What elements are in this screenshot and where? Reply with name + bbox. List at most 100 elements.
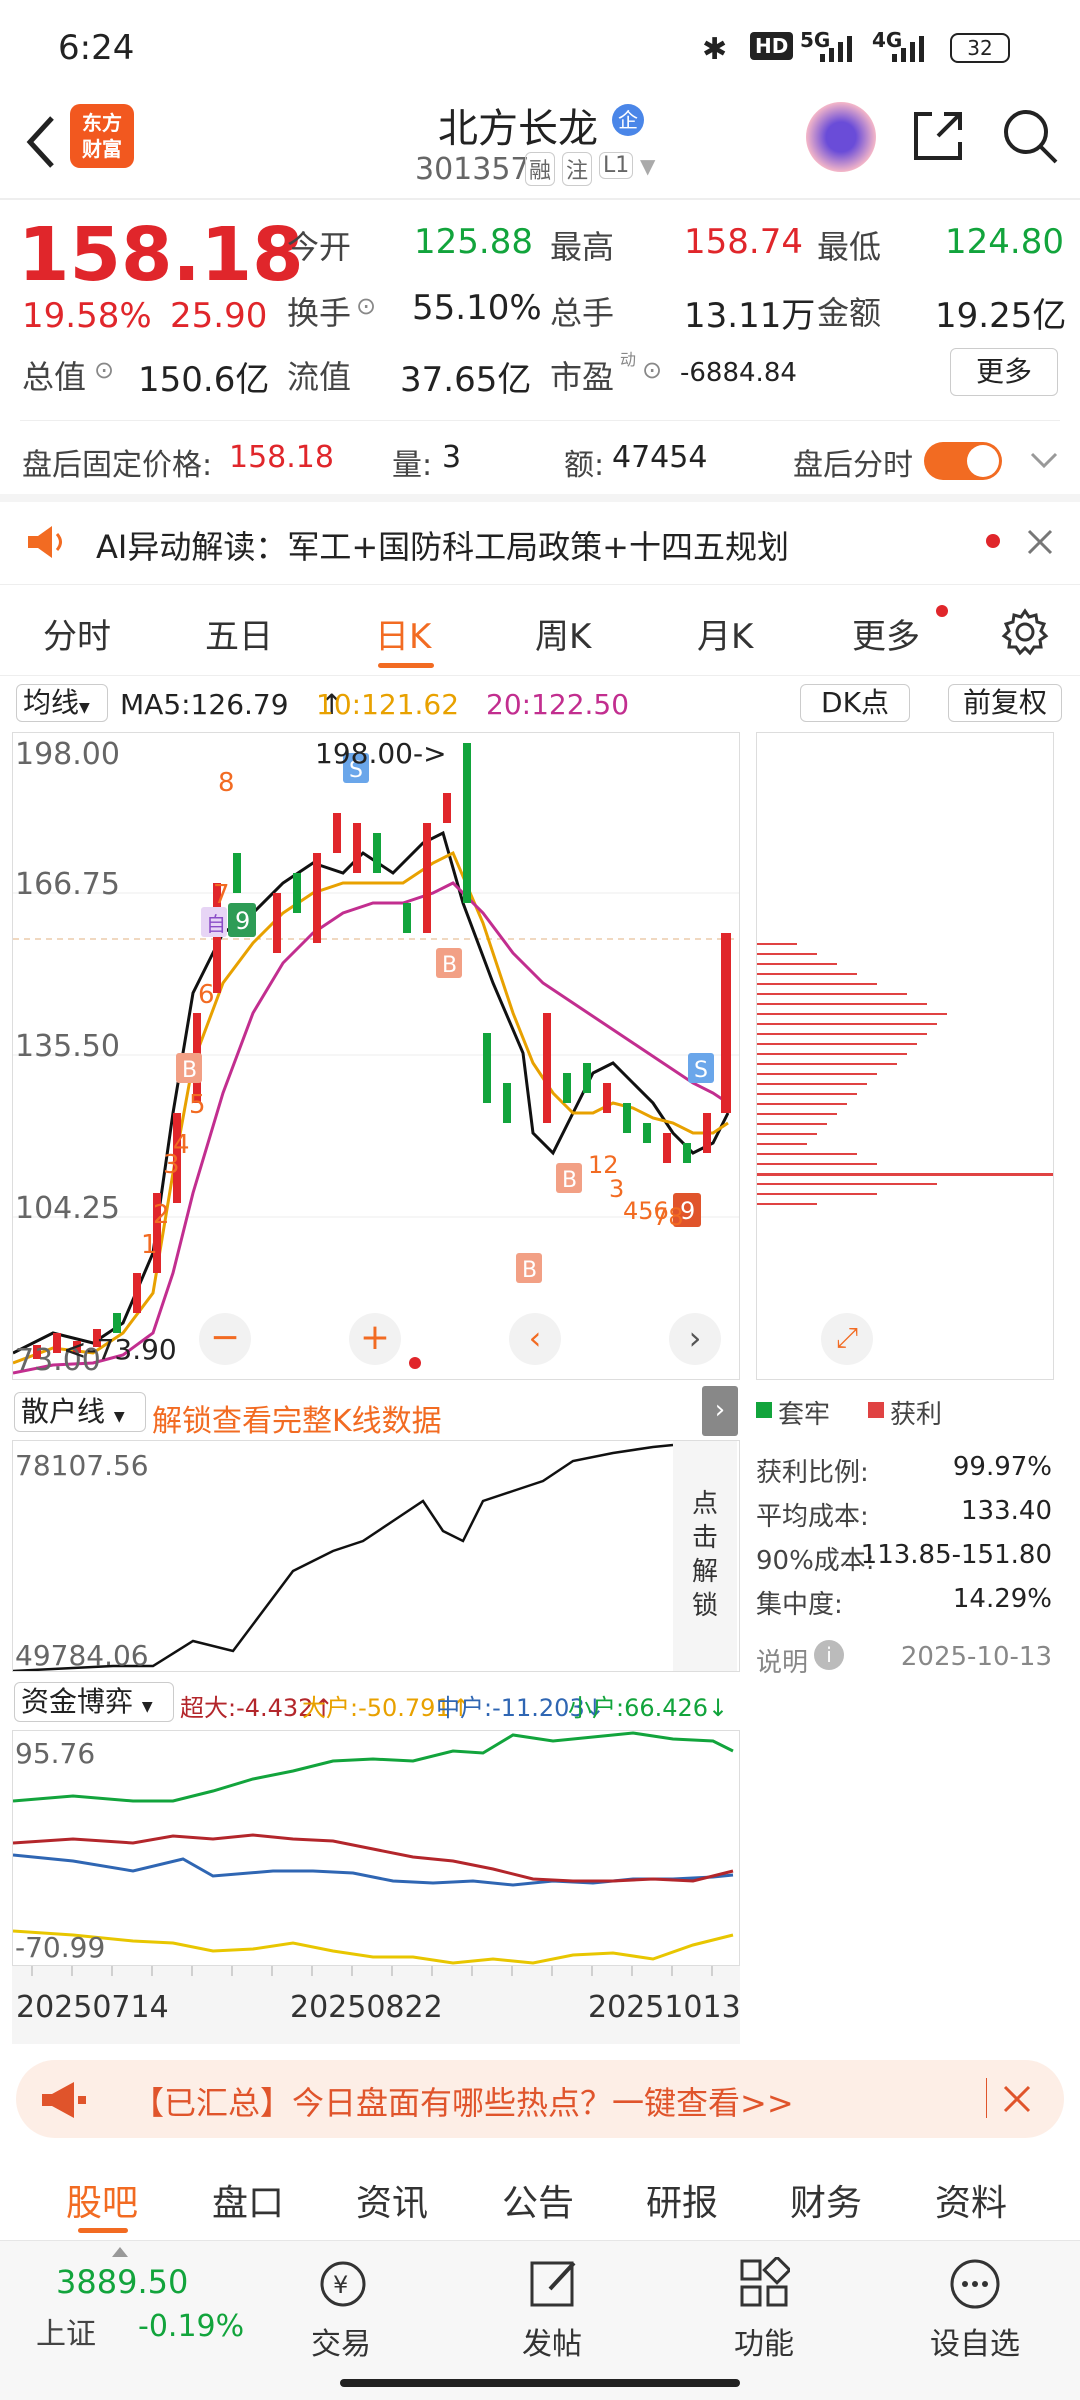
- adjust-selector[interactable]: 前复权: [948, 684, 1062, 722]
- tab-weekly-k[interactable]: 周K: [535, 609, 591, 658]
- info-icon[interactable]: ⊙: [356, 292, 376, 320]
- svg-text:B: B: [442, 953, 457, 978]
- svg-text:7: 7: [213, 880, 230, 910]
- chip-distribution-chart[interactable]: ⤢: [756, 732, 1054, 1380]
- chevron-down-icon[interactable]: ▼: [640, 154, 655, 178]
- functions-icon[interactable]: [738, 2257, 790, 2309]
- unread-dot: [986, 534, 1000, 548]
- chevron-down-icon[interactable]: [1030, 452, 1058, 470]
- subnav-pankou[interactable]: 盘口: [212, 2174, 284, 2226]
- info-icon[interactable]: ⊙: [642, 356, 662, 384]
- functions-label[interactable]: 功能: [734, 2319, 794, 2363]
- legend-trapped: 套牢: [778, 1400, 831, 1430]
- index-value[interactable]: 3889.50: [56, 2263, 188, 2301]
- retail-line-selector-label: 散户线: [21, 1395, 106, 1428]
- tab-more[interactable]: 更多: [852, 609, 920, 658]
- y-axis-4: 104.25: [15, 1191, 120, 1226]
- dk-point-selector[interactable]: DK点: [800, 684, 910, 722]
- change-amount: 25.90: [170, 296, 268, 336]
- high-label: 最高: [550, 228, 615, 266]
- tab-monthly-k[interactable]: 月K: [697, 609, 753, 658]
- y-axis-2: 166.75: [15, 867, 120, 902]
- candles: [33, 743, 731, 1359]
- capital-chart: 95.76 -70.99: [12, 1730, 740, 1966]
- collapse-arrow-icon[interactable]: ›: [702, 1386, 738, 1436]
- share-icon[interactable]: [908, 106, 968, 166]
- change-percent: 19.58%: [22, 296, 152, 336]
- mktcap-label: 总值: [22, 358, 87, 396]
- afterhours-amt-label: 额:: [564, 448, 605, 483]
- afterhours-toggle-label: 盘后分时: [793, 448, 913, 483]
- mktcap-value: 150.6亿: [138, 360, 270, 400]
- svg-text:B: B: [182, 1058, 197, 1083]
- svg-text:¥: ¥: [333, 2271, 348, 2299]
- chip-note-link[interactable]: 说明: [756, 1642, 808, 1679]
- afterhours-toggle[interactable]: [924, 442, 1002, 480]
- status-time: 6:24: [58, 28, 135, 68]
- gear-icon[interactable]: [1000, 607, 1050, 657]
- ai-assistant-avatar[interactable]: [806, 102, 876, 172]
- indicator-selector-label: 均线: [23, 686, 80, 719]
- unread-dot: [936, 605, 948, 617]
- retail-line-selector[interactable]: 散户线 ▼: [14, 1392, 146, 1432]
- info-icon[interactable]: ⊙: [94, 356, 114, 384]
- avg-cost-label: 平均成本:: [756, 1502, 869, 1532]
- add-watchlist-icon[interactable]: [948, 2257, 1002, 2311]
- ma-row: 均线▼ MA5:126.79 ↑ 10:121.62 20:122.50 DK点…: [0, 676, 1080, 730]
- svg-text:3: 3: [163, 1150, 180, 1180]
- amount-label: 金额: [817, 294, 882, 332]
- post-label[interactable]: 发帖: [522, 2319, 582, 2363]
- index-name: 上证: [36, 2317, 96, 2352]
- open-label: 今开: [287, 228, 352, 266]
- capital-selector[interactable]: 资金博弈 ▼: [14, 1682, 174, 1722]
- profit-ratio-label: 获利比例:: [756, 1458, 869, 1488]
- search-icon[interactable]: [1000, 106, 1060, 166]
- close-icon[interactable]: [1002, 2084, 1032, 2114]
- banner-text: 【已汇总】今日盘面有哪些热点？一键查看>>: [132, 2084, 794, 2122]
- zoom-in-button[interactable]: +: [349, 1313, 401, 1365]
- subnav-announcements[interactable]: 公告: [502, 2174, 574, 2226]
- hot-topic-banner[interactable]: 【已汇总】今日盘面有哪些热点？一键查看>>: [16, 2060, 1064, 2138]
- signal-4g-icon: [892, 36, 924, 62]
- indicator-selector[interactable]: 均线▼: [16, 684, 108, 722]
- more-button[interactable]: 更多: [950, 348, 1058, 396]
- trade-icon[interactable]: ¥: [316, 2259, 370, 2309]
- subnav-research[interactable]: 研报: [646, 2174, 718, 2226]
- unlock-kline-link[interactable]: 解锁查看完整K线数据: [152, 1396, 442, 1440]
- ma10-value: 10:121.62: [316, 688, 460, 721]
- retail-line-chart: 78107.56 49784.06 点击解锁: [12, 1440, 740, 1672]
- close-icon[interactable]: [1026, 528, 1054, 556]
- post-icon[interactable]: [528, 2257, 580, 2309]
- subnav-news[interactable]: 资讯: [356, 2174, 428, 2226]
- subnav-profile[interactable]: 资料: [935, 2174, 1007, 2226]
- tab-intraday[interactable]: 分时: [43, 609, 111, 658]
- pan-right-button[interactable]: ›: [669, 1313, 721, 1365]
- subnav-finance[interactable]: 财务: [790, 2174, 862, 2226]
- kline-chart[interactable]: B B B B S S 9 9 8 7 6 5 4 3 2 1 12 3 456…: [12, 732, 740, 1380]
- date-ticks: [31, 1966, 713, 1976]
- unlock-side-panel[interactable]: 点击解锁: [673, 1441, 737, 1671]
- logo-line1: 东方: [82, 111, 122, 135]
- svg-text:78: 78: [653, 1203, 684, 1231]
- zoom-out-button[interactable]: −: [199, 1313, 251, 1365]
- expand-icon[interactable]: ⤢: [821, 1313, 873, 1365]
- logo-line2: 财富: [82, 137, 122, 161]
- index-percent: -0.19%: [138, 2309, 245, 2344]
- back-icon[interactable]: [20, 112, 60, 172]
- app-logo[interactable]: 东方 财富: [70, 104, 134, 168]
- volume-label: 总手: [550, 294, 615, 332]
- battery-level: 32: [967, 36, 993, 60]
- ma5-value: MA5:126.79: [120, 688, 289, 721]
- date-mid: 20250822: [290, 1990, 443, 2025]
- tab-daily-k[interactable]: 日K: [375, 609, 431, 658]
- tag-registered: 注: [562, 152, 593, 186]
- info-icon[interactable]: i: [814, 1640, 844, 1670]
- ma10-line: [13, 850, 729, 1365]
- svg-text:S: S: [694, 1058, 708, 1083]
- tab-five-day[interactable]: 五日: [205, 609, 273, 658]
- trade-label[interactable]: 交易: [311, 2319, 371, 2363]
- pan-left-button[interactable]: ‹: [509, 1313, 561, 1365]
- add-watchlist-label[interactable]: 设自选: [930, 2319, 1020, 2363]
- subnav-guba[interactable]: 股吧: [66, 2174, 138, 2226]
- ai-insight-row[interactable]: AI异动解读：军工+国防科工局政策+十四五规划: [0, 502, 1080, 584]
